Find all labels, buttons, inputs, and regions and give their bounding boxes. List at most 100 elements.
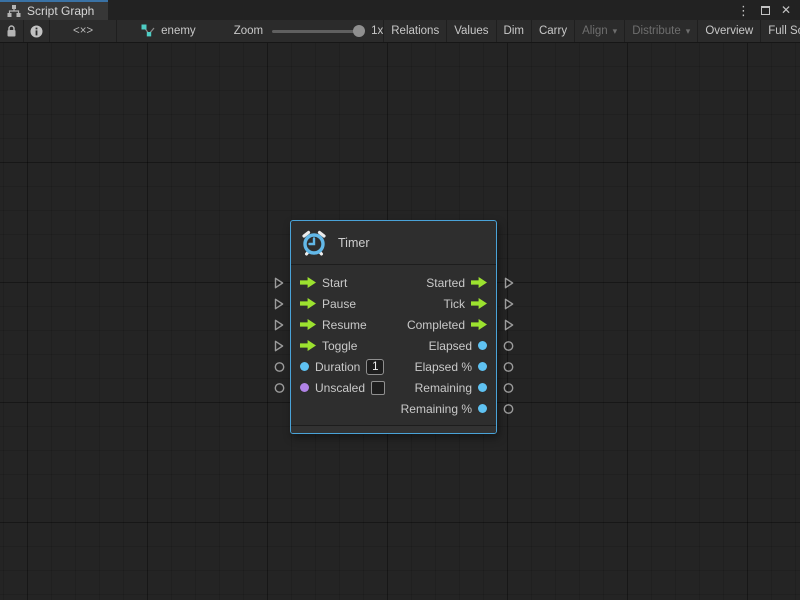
toolbar-button-full-screen[interactable]: Full Screen (760, 20, 800, 42)
titlebar-drag-area (108, 0, 737, 20)
zoom-slider-handle[interactable] (353, 25, 365, 37)
port-duration-value-dot-blue-icon[interactable] (300, 362, 309, 371)
port-group-left: Resume (300, 318, 367, 332)
port-label-remaining: Remaining (415, 381, 472, 395)
port-resume-flow-arrow-icon[interactable] (300, 319, 316, 330)
port-label-toggle: Toggle (322, 339, 357, 353)
toolbar-button-overview[interactable]: Overview (697, 20, 760, 42)
port-start-flow-arrow-icon[interactable] (300, 277, 316, 288)
zoom-slider[interactable] (272, 30, 362, 33)
port-started-flow-arrow-icon[interactable] (471, 277, 487, 288)
port-toggle-flow-arrow-icon[interactable] (300, 340, 316, 351)
port-group-right: Tick (443, 297, 487, 311)
outer-port-left-start[interactable] (274, 276, 284, 289)
toolbar-button-label: Relations (391, 25, 439, 37)
port-label-start: Start (322, 276, 347, 290)
port-remaining-value-dot-blue-icon[interactable] (478, 404, 487, 413)
timer-node-header[interactable]: Timer (291, 221, 496, 265)
code-view-button[interactable]: <×> (50, 20, 117, 42)
node-port-row: Remaining % (291, 398, 496, 419)
lock-button[interactable] (0, 20, 24, 42)
toolbar-button-label: Values (454, 25, 488, 37)
toolbar-button-values[interactable]: Values (446, 20, 495, 42)
graph-name: enemy (161, 25, 196, 37)
outer-port-left-resume[interactable] (274, 318, 284, 331)
port-completed-flow-arrow-icon[interactable] (471, 319, 487, 330)
port-label-elapsed: Elapsed % (415, 360, 472, 374)
zoom-label: Zoom (234, 25, 263, 37)
window-menu-icon[interactable]: ⋮ (737, 4, 750, 17)
node-port-row: Duration Elapsed % (291, 356, 496, 377)
unscaled-checkbox[interactable] (371, 381, 385, 395)
port-pause-flow-arrow-icon[interactable] (300, 298, 316, 309)
toolbar-button-relations[interactable]: Relations (383, 20, 446, 42)
node-port-row: Toggle Elapsed (291, 335, 496, 356)
outer-port-right-tick[interactable] (504, 297, 514, 310)
port-group-left: Toggle (300, 339, 357, 353)
graph-breadcrumb[interactable]: enemy (129, 20, 208, 42)
graph-asset-icon (141, 24, 155, 38)
chevron-down-icon: ▾ (613, 26, 618, 37)
port-group-right: Elapsed % (415, 360, 487, 374)
node-port-row: Pause Tick (291, 293, 496, 314)
outer-port-right-remaining[interactable] (503, 382, 514, 393)
toolbar-button-dim[interactable]: Dim (496, 20, 531, 42)
outer-port-right-elapsed[interactable] (503, 340, 514, 351)
alarm-clock-icon (300, 229, 328, 257)
code-icon: <×> (73, 25, 93, 37)
port-elapsed-value-dot-blue-icon[interactable] (478, 362, 487, 371)
node-port-row: Unscaled Remaining (291, 377, 496, 398)
graph-toolbar: <×> enemy Zoom 1x RelationsValuesDimCarr… (0, 20, 800, 43)
outer-port-right-remaining[interactable] (503, 403, 514, 414)
toolbar-button-label: Carry (539, 25, 567, 37)
port-label-started: Started (426, 276, 465, 290)
close-icon[interactable]: ✕ (781, 4, 791, 16)
outer-port-right-elapsed[interactable] (503, 361, 514, 372)
toolbar-button-label: Align (582, 25, 608, 37)
timer-node-footer (291, 425, 496, 433)
toolbar-button-label: Overview (705, 25, 753, 37)
port-remaining-value-dot-blue-icon[interactable] (478, 383, 487, 392)
port-unscaled-value-dot-purple-icon[interactable] (300, 383, 309, 392)
lock-icon (6, 25, 17, 38)
port-label-unscaled: Unscaled (315, 381, 365, 395)
port-group-right: Remaining % (401, 402, 487, 416)
outer-port-left-duration[interactable] (274, 361, 285, 372)
port-label-resume: Resume (322, 318, 367, 332)
port-label-elapsed: Elapsed (429, 339, 472, 353)
tab-script-graph[interactable]: Script Graph (0, 0, 108, 20)
node-title: Timer (338, 236, 369, 250)
node-port-row: Resume Completed (291, 314, 496, 335)
tab-title: Script Graph (27, 4, 94, 18)
graph-hierarchy-icon (7, 5, 21, 17)
toolbar-button-carry[interactable]: Carry (531, 20, 574, 42)
port-elapsed-value-dot-blue-icon[interactable] (478, 341, 487, 350)
duration-value-input[interactable] (366, 359, 384, 375)
toolbar-button-align[interactable]: Align ▾ (574, 20, 624, 42)
port-tick-flow-arrow-icon[interactable] (471, 298, 487, 309)
port-label-pause: Pause (322, 297, 356, 311)
chevron-down-icon: ▾ (686, 26, 691, 37)
outer-port-right-completed[interactable] (504, 318, 514, 331)
port-group-left: Unscaled (300, 381, 385, 395)
outer-port-left-unscaled[interactable] (274, 382, 285, 393)
toolbar-button-distribute[interactable]: Distribute▾ (624, 20, 697, 42)
outer-port-right-started[interactable] (504, 276, 514, 289)
maximize-icon[interactable] (761, 6, 770, 15)
graph-canvas[interactable]: Timer Start Started Pause Tick Resume Complet… (0, 43, 800, 600)
port-label-duration: Duration (315, 360, 360, 374)
info-button[interactable] (24, 20, 50, 42)
port-group-right: Elapsed (429, 339, 487, 353)
port-group-right: Completed (407, 318, 487, 332)
port-group-left: Pause (300, 297, 356, 311)
toolbar-button-label: Full Screen (768, 25, 800, 37)
toolbar-button-label: Dim (504, 25, 524, 37)
timer-node[interactable]: Timer Start Started Pause Tick Resume Complet… (290, 220, 497, 434)
port-label-completed: Completed (407, 318, 465, 332)
outer-port-left-toggle[interactable] (274, 339, 284, 352)
port-group-right: Remaining (415, 381, 487, 395)
titlebar: Script Graph ⋮ ✕ (0, 0, 800, 20)
outer-port-left-pause[interactable] (274, 297, 284, 310)
info-icon (30, 25, 43, 38)
timer-node-ports: Start Started Pause Tick Resume Completed Togg… (291, 265, 496, 425)
